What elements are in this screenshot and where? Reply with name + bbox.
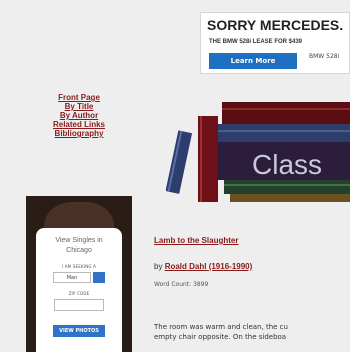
byline: by Roald Dahl (1916-1990)	[154, 262, 252, 271]
learn-more-button[interactable]: Learn More	[209, 53, 297, 69]
leaning-book	[166, 130, 193, 194]
story-text-line1: The room was warm and clean, the cu	[154, 323, 288, 331]
book-red-top	[222, 102, 350, 124]
widget-zip-label: ZIP CODE	[68, 291, 90, 296]
nav-link-bibliography[interactable]: Bibliography	[38, 129, 120, 138]
word-count: Word Count: 3899	[154, 281, 209, 288]
books-header-image: Class	[166, 102, 350, 202]
singles-widget: View Singles in Chicago I AM SEEKING A M…	[36, 228, 122, 352]
nav-link-by-author[interactable]: By Author	[38, 111, 120, 120]
story-title-link[interactable]: Lamb to the Slaughter	[154, 236, 238, 245]
widget-seeking-label: I AM SEEKING A	[61, 264, 97, 269]
ad-title: SORRY MERCEDES.	[207, 17, 344, 33]
widget-select-row: Man	[36, 272, 122, 283]
widget-title-line1: View Singles in	[55, 237, 103, 244]
seeking-select[interactable]: Man	[53, 272, 91, 283]
site-nav: Front Page By Title By Author Related Li…	[38, 93, 120, 138]
book-gold	[230, 194, 350, 202]
nav-link-front-page[interactable]: Front Page	[38, 93, 120, 102]
select-arrow-button[interactable]	[93, 272, 105, 283]
nav-link-by-title[interactable]: By Title	[38, 102, 120, 111]
page: SORRY MERCEDES. THE BMW 528i LEASE FOR $…	[0, 0, 350, 352]
story-text-line2: empty chair opposite. On the sideboa	[154, 333, 287, 341]
story-text: The room was warm and clean, the cu empt…	[154, 322, 350, 342]
by-prefix: by	[154, 262, 163, 271]
author-link[interactable]: Roald Dahl (1916-1990)	[165, 262, 253, 271]
book-green	[224, 180, 350, 194]
ad-logo-text: BMW 528i	[309, 53, 340, 60]
ad-subtitle: THE BMW 528i LEASE FOR $439	[209, 39, 303, 45]
zip-input[interactable]	[54, 299, 104, 311]
books-header-text: Class	[252, 149, 322, 180]
book-blue	[212, 124, 350, 142]
nav-link-related-links[interactable]: Related Links	[38, 120, 120, 129]
banner-ad[interactable]: SORRY MERCEDES. THE BMW 528i LEASE FOR $…	[200, 12, 350, 74]
widget-title-line2: Chicago	[66, 247, 92, 254]
view-photos-button[interactable]: VIEW PHOTOS	[53, 325, 105, 337]
